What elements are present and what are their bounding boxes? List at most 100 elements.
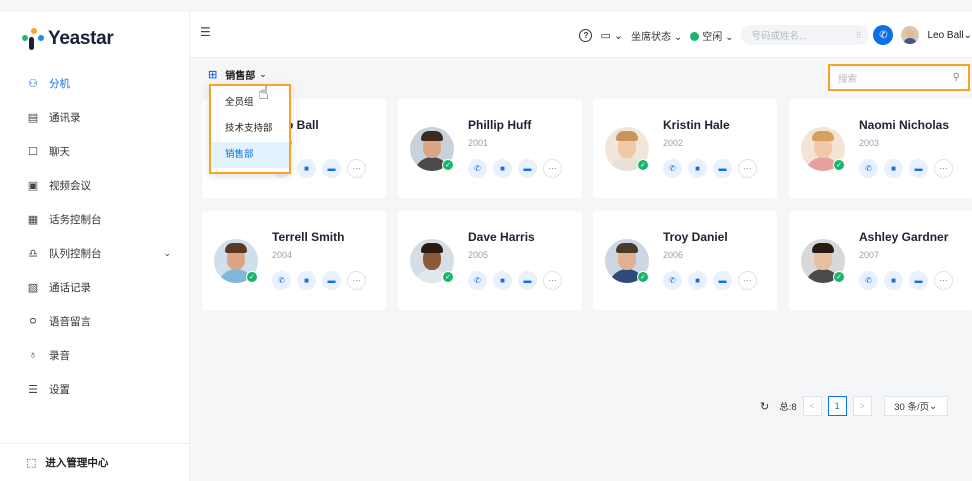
video-call-icon[interactable]: ■ [493, 159, 512, 178]
extension-name: Terrell Smith [272, 230, 345, 244]
chat-icon[interactable]: ▬ [713, 159, 732, 178]
sidebar-item-queue-panel[interactable]: ♎ 队列控制台 ⌄ [0, 236, 189, 270]
department-filter[interactable]: ⊞ 销售部 ⌄ [208, 67, 267, 82]
sidebar-item-label: 录音 [49, 349, 70, 362]
avatar-hair [421, 131, 443, 141]
extension-card[interactable]: ✓ Dave Harris 2005 ✆ ■ ▬ ··· [398, 211, 582, 310]
more-icon[interactable]: ··· [738, 271, 757, 290]
call-icon[interactable]: ✆ [468, 271, 487, 290]
more-icon[interactable]: ··· [543, 159, 562, 178]
sidebar-item-voicemail[interactable]: ᴑ 语音留言 [0, 304, 189, 338]
video-call-icon[interactable]: ■ [884, 271, 903, 290]
extension-card[interactable]: ✓ Troy Daniel 2006 ✆ ■ ▬ ··· [593, 211, 777, 310]
dialpad-icon[interactable]: ⠿ [856, 31, 862, 40]
extension-name: Dave Harris [468, 230, 535, 244]
department-dropdown: 全员组 技术支持部 销售部 [209, 84, 291, 174]
video-call-icon[interactable]: ■ [297, 159, 316, 178]
sidebar-item-chat[interactable]: ☐ 聊天 [0, 134, 189, 168]
extension-card[interactable]: ✓ Naomi Nicholas 2003 ✆ ■ ▬ ··· [789, 99, 972, 198]
search-input[interactable]: 搜索 ⚲ [828, 64, 970, 91]
extension-number: 2002 [663, 138, 684, 148]
chat-icon[interactable]: ▬ [518, 271, 537, 290]
video-call-icon[interactable]: ■ [688, 271, 707, 290]
call-icon[interactable]: ✆ [859, 271, 878, 290]
search-icon[interactable]: ⚲ [953, 72, 960, 83]
sidebar-item-label: 语音留言 [49, 315, 91, 328]
user-menu[interactable]: Leo Ball⌄ [927, 30, 972, 41]
search-placeholder: 搜索 [838, 73, 858, 85]
video-call-icon[interactable]: ■ [297, 271, 316, 290]
more-icon[interactable]: ··· [543, 271, 562, 290]
call-icon[interactable]: ✆ [468, 159, 487, 178]
online-status-icon: ✓ [833, 159, 845, 171]
department-icon: ⊞ [208, 69, 218, 81]
extension-card[interactable]: ✓ Ashley Gardner 2007 ✆ ■ ▬ ··· [789, 211, 972, 310]
extension-card[interactable]: ✓ Kristin Hale 2002 ✆ ■ ▬ ··· [593, 99, 777, 198]
sidebar-item-settings[interactable]: ☰ 设置 [0, 372, 189, 406]
sidebar-item-label: 通话记录 [49, 281, 91, 294]
top-bar-tools: ? ▭ ⌄ 坐席状态 ⌄ 空闲 ⌄ 号码或姓名... ⠿ ✆ Leo Ball⌄ [579, 24, 972, 46]
chat-icon[interactable]: ▬ [322, 159, 341, 178]
chat-icon[interactable]: ▬ [322, 271, 341, 290]
video-call-icon[interactable]: ■ [688, 159, 707, 178]
sidebar-item-operator-panel[interactable]: ▦ 话务控制台 [0, 202, 189, 236]
sidebar-nav: ⚇ 分机 ▤ 通讯录 ☐ 聊天 ▣ 视频会议 ▦ 话务控制台 ♎ 队列控制台 ⌄… [0, 66, 189, 406]
sidebar-item-extensions[interactable]: ⚇ 分机 [0, 66, 189, 100]
chat-icon[interactable]: ▬ [909, 159, 928, 178]
user-avatar[interactable] [901, 26, 920, 44]
department-option-all[interactable]: 全员组 [211, 90, 289, 116]
avatar-hair [812, 243, 834, 253]
call-icon[interactable]: ✆ [663, 271, 682, 290]
page-size-select[interactable]: 30 条/页 ⌄ [883, 396, 948, 416]
more-icon[interactable]: ··· [934, 271, 953, 290]
contacts-icon: ▤ [27, 111, 39, 124]
call-icon[interactable]: ✆ [663, 159, 682, 178]
extension-name: Phillip Huff [468, 118, 532, 132]
call-icon[interactable]: ✆ [272, 271, 291, 290]
prev-page-button[interactable]: < [802, 396, 822, 416]
recording-icon: ♁ [28, 349, 38, 361]
chevron-down-icon: ⌄ [259, 69, 267, 79]
avatar-hair [225, 243, 247, 253]
call-button[interactable]: ✆ [873, 25, 894, 45]
department-option-support[interactable]: 技术支持部 [211, 116, 289, 142]
collapse-menu-icon[interactable]: ☰ [200, 25, 211, 39]
chevron-down-icon: ⌄ [163, 247, 171, 258]
chat-icon[interactable]: ▬ [713, 271, 732, 290]
chat-icon[interactable]: ▬ [909, 271, 928, 290]
sidebar-item-call-log[interactable]: ▧ 通话记录 [0, 270, 189, 304]
refresh-icon[interactable]: ↻ [760, 400, 769, 413]
presence-dropdown[interactable]: 空闲 ⌄ [690, 28, 733, 43]
sidebar-item-video-conference[interactable]: ▣ 视频会议 [0, 168, 189, 202]
video-call-icon[interactable]: ■ [884, 159, 903, 178]
dial-input[interactable]: 号码或姓名... ⠿ [741, 25, 870, 45]
sidebar-item-recording[interactable]: ♁ 录音 [0, 338, 189, 372]
call-icon[interactable]: ✆ [859, 159, 878, 178]
sidebar-item-label: 聊天 [49, 145, 70, 158]
extension-card[interactable]: ✓ Terrell Smith 2004 ✆ ■ ▬ ··· [202, 211, 386, 310]
next-page-button[interactable]: > [852, 396, 872, 416]
more-icon[interactable]: ··· [738, 159, 757, 178]
sidebar-item-label: 视频会议 [49, 179, 91, 192]
extension-name: Troy Daniel [663, 230, 728, 244]
more-icon[interactable]: ··· [347, 159, 366, 178]
more-icon[interactable]: ··· [347, 271, 366, 290]
card-actions: ✆ ■ ▬ ··· [859, 159, 959, 178]
dial-placeholder: 号码或姓名... [751, 31, 807, 42]
extension-icon: ⚇ [28, 77, 38, 90]
agent-status-dropdown[interactable]: 坐席状态 ⌄ [631, 28, 682, 43]
admin-center-link[interactable]: ⬚ 进入管理中心 [0, 443, 189, 481]
video-call-icon[interactable]: ■ [493, 271, 512, 290]
more-icon[interactable]: ··· [934, 159, 953, 178]
card-actions: ✆ ■ ▬ ··· [272, 271, 372, 290]
chat-icon[interactable]: ▬ [518, 159, 537, 178]
help-icon[interactable]: ? [579, 28, 593, 42]
sidebar-item-contacts[interactable]: ▤ 通讯录 [0, 100, 189, 134]
desktop-device-icon[interactable]: ▭ ⌄ [600, 29, 623, 42]
online-status-icon: ✓ [833, 271, 845, 283]
yeastar-logo[interactable]: Yeastar [22, 28, 114, 50]
avatar-hair [421, 243, 443, 253]
extension-card[interactable]: ✓ Phillip Huff 2001 ✆ ■ ▬ ··· [398, 99, 582, 198]
department-option-sales[interactable]: 销售部 [211, 142, 289, 168]
page-number-button[interactable]: 1 [827, 396, 847, 416]
